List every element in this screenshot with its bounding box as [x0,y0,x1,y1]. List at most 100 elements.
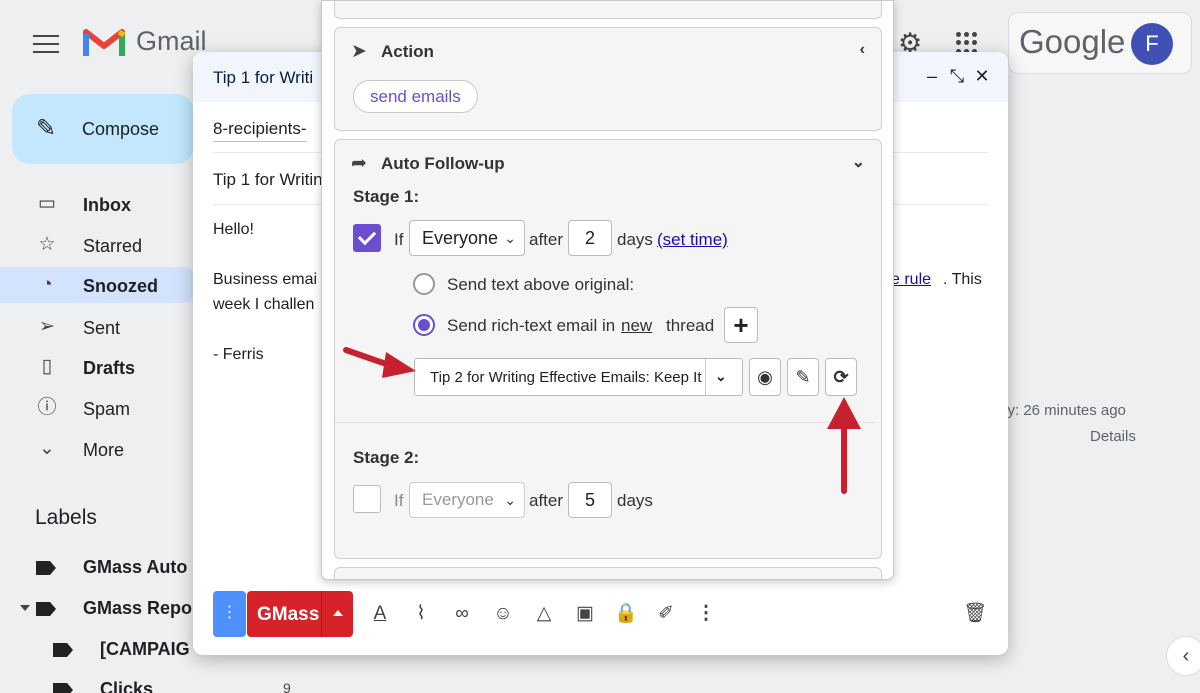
alert-icon: ⓘ [37,397,57,418]
text-format-icon[interactable]: A [368,602,392,626]
close-icon[interactable]: ✕ [971,65,993,87]
thread-label: thread [666,316,715,335]
stage-2-days-input[interactable]: 5 [568,482,612,518]
refresh-button[interactable]: ⟳ [825,358,857,396]
set-time-link[interactable]: (set time) [657,230,728,250]
chevron-down-icon: ⌄ [504,230,516,246]
edit-pencil-button[interactable]: ✎ [787,358,819,396]
sidebar-item-spam[interactable]: ⓘ Spam [0,390,200,426]
template-value: Tip 2 for Writing Effective Emails: Keep… [430,369,702,386]
stage-2-checkbox[interactable] [353,485,381,513]
sidebar-item-starred[interactable]: ☆ Starred [0,227,200,263]
caret-up-icon[interactable] [333,610,343,616]
sidebar-item-more[interactable]: ⌄ More [0,431,200,467]
subject-field[interactable]: Tip 1 for Writin [213,170,323,190]
labels-heading: Labels [35,506,97,529]
gmass-settings-button[interactable]: ⋮ [213,591,246,637]
divider [321,591,322,637]
label-tag-icon [53,683,73,693]
stage-2-label: Stage 2: [353,448,420,467]
section-title: Action [381,42,434,61]
preview-eye-button[interactable]: ◉ [749,358,781,396]
inbox-icon: ▭ [38,193,56,214]
stage-1-checkbox[interactable] [353,224,381,252]
avatar[interactable]: F [1131,23,1173,65]
body-greeting[interactable]: Hello! [213,221,254,239]
minimize-icon[interactable]: – [921,65,943,87]
send-emails-pill[interactable]: send emails [353,80,478,113]
label-tag-icon [53,643,73,657]
label-item[interactable]: [CAMPAIG [0,634,200,664]
sidebar-item-label: Drafts [83,358,136,378]
compose-label: Compose [82,119,160,139]
photo-icon[interactable]: ▣ [573,602,597,626]
drive-icon[interactable]: △ [532,602,556,626]
compose-button[interactable]: ✎ Compose [12,94,194,164]
gmail-logo-icon [83,29,125,56]
body-signoff[interactable]: - Ferris [213,346,264,364]
label-tag-icon [36,602,56,616]
fullscreen-exit-icon[interactable]: ⤡ [946,65,968,87]
to-field[interactable]: 8-recipients- [213,119,307,142]
sidebar-item-label: Starred [83,236,143,256]
side-panel-chevron-icon[interactable]: ‹ [1166,636,1200,676]
sidebar-item-label: More [83,440,125,460]
compose-title: Tip 1 for Writi [213,68,314,87]
if-label: If [394,491,404,510]
next-section [334,567,882,579]
sidebar-item-inbox[interactable]: ▭ Inbox [0,186,200,222]
link-icon[interactable]: ∞ [450,602,474,626]
label-item[interactable]: GMass Repo [0,593,200,623]
stage-2-who-select[interactable]: Everyone ⌄ [409,482,525,518]
chevron-down-icon: ⌄ [39,438,55,459]
label-count: 9 [283,680,291,693]
label-item[interactable]: Clicks [0,674,200,693]
signature-pen-icon[interactable]: ✐ [654,602,678,626]
send-icon: ➢ [39,316,55,337]
clock-icon: ◔ [41,274,53,295]
sidebar-item-label: Snoozed [83,276,158,296]
annotation-arrow-up-icon [827,397,861,494]
chevron-down-icon[interactable]: ⌄ [715,368,727,385]
action-section: ➤ Action ‹ send emails [334,27,882,131]
label-item[interactable]: GMass Auto [0,552,200,582]
body-line[interactable]: week I challen [213,296,314,314]
sidebar-item-sent[interactable]: ➢ Sent [0,309,200,345]
gmass-send-button[interactable]: GMass [247,591,353,637]
sidebar-item-drafts[interactable]: ▯ Drafts [0,349,200,385]
account-area[interactable]: Google F [1008,12,1192,74]
details-link[interactable]: Details [1090,428,1136,445]
rich-text-email-radio[interactable] [413,314,435,336]
expand-caret-icon[interactable] [20,605,30,611]
new-thread-word[interactable]: new [621,316,652,336]
chevron-down-icon[interactable]: ⌄ [852,152,865,172]
apps-grid-icon[interactable] [956,32,978,54]
stage-1-label: Stage 1: [353,187,420,206]
gmass-settings-panel: ➤ Action ‹ send emails ➦ Auto Follow-up … [321,0,894,580]
compose-toolbar: ⋮ GMass A ⌇ ∞ ☺ △ ▣ 🔒 ✐ ⋮ 🗑 [193,590,1008,640]
sidebar-item-label: Inbox [83,195,131,215]
google-wordmark: Google [1019,23,1126,60]
body-line[interactable]: Business emai [213,271,317,289]
sidebar-item-snoozed[interactable]: ◔ Snoozed [0,267,200,303]
add-option-button[interactable]: + [724,307,758,343]
chevron-down-icon: ⌄ [504,492,516,508]
previous-section [334,1,882,19]
label-name: Clicks [100,679,154,693]
text-above-original-radio[interactable] [413,273,435,295]
stage-1-who-select[interactable]: Everyone ⌄ [409,220,525,256]
pencil-icon: ✎ [36,115,57,142]
attach-icon[interactable]: ⌇ [409,602,433,626]
stage-1-days-input[interactable]: 2 [568,220,612,256]
label-name: GMass Repo [83,598,193,618]
main-menu-icon[interactable] [33,32,59,53]
emoji-icon[interactable]: ☺ [491,602,515,626]
confidential-lock-icon[interactable]: 🔒 [614,602,638,626]
template-select[interactable]: Tip 2 for Writing Effective Emails: Keep… [414,358,743,396]
chevron-left-icon[interactable]: ‹ [860,41,865,59]
trash-icon[interactable]: 🗑 [963,602,987,626]
paper-plane-icon: ➤ [351,41,367,62]
select-value: Everyone [422,490,494,509]
days-label: days [617,491,653,510]
more-options-icon[interactable]: ⋮ [694,602,718,626]
